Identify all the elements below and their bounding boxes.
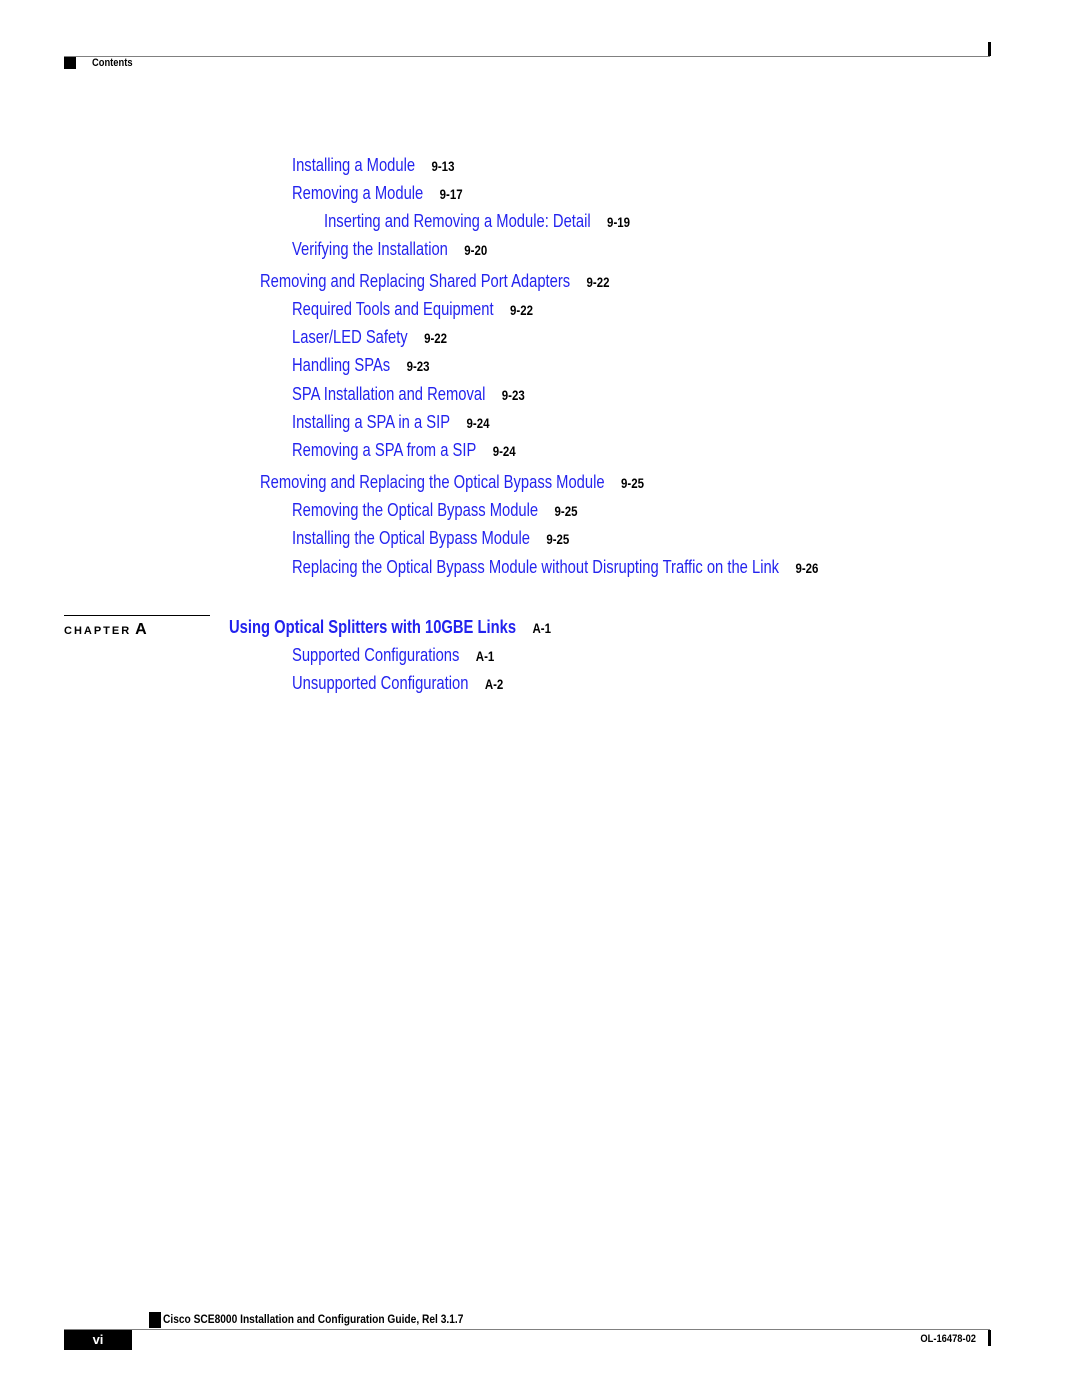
toc-entry-title: Removing a Module bbox=[292, 183, 424, 203]
chapter-title: Using Optical Splitters with 10GBE Links bbox=[229, 617, 517, 637]
toc-entry-page: 9-23 bbox=[406, 358, 430, 374]
chapter-page: A-1 bbox=[532, 620, 551, 636]
footer-book-title: Cisco SCE8000 Installation and Configura… bbox=[163, 1312, 464, 1326]
footer-page-number: vi bbox=[64, 1330, 132, 1350]
toc-entry-title: Replacing the Optical Bypass Module with… bbox=[292, 557, 780, 577]
toc-entry-title: Required Tools and Equipment bbox=[292, 299, 494, 319]
toc-entry-title: Handling SPAs bbox=[292, 355, 391, 375]
chapter-letter: A bbox=[135, 621, 147, 638]
toc-entry[interactable]: Laser/LED Safety 9-22 bbox=[292, 327, 447, 348]
footer-doc-number: OL-16478-02 bbox=[920, 1333, 976, 1345]
toc-entry-page: 9-22 bbox=[509, 302, 533, 318]
toc-entry-title: Installing a SPA in a SIP bbox=[292, 412, 451, 432]
header-tick bbox=[988, 42, 991, 56]
toc-entry-title: Removing and Replacing Shared Port Adapt… bbox=[260, 271, 571, 291]
toc-entry[interactable]: Removing the Optical Bypass Module 9-25 bbox=[292, 500, 578, 521]
header-marker bbox=[64, 57, 76, 69]
toc-entry-title: Installing a Module bbox=[292, 155, 416, 175]
toc-entry[interactable]: Inserting and Removing a Module: Detail 9… bbox=[324, 211, 630, 232]
toc-entry-page: 9-25 bbox=[546, 531, 570, 547]
toc-entry[interactable]: Removing a SPA from a SIP 9-24 bbox=[292, 440, 516, 461]
toc-entry[interactable]: Installing a Module 9-13 bbox=[292, 155, 454, 176]
toc-entry-page: 9-22 bbox=[424, 330, 448, 346]
toc-entry-page: 9-24 bbox=[466, 415, 490, 431]
chapter-title-link[interactable]: Using Optical Splitters with 10GBE Links… bbox=[229, 617, 551, 638]
toc-entry-page: A-1 bbox=[475, 648, 495, 664]
footer-tick bbox=[988, 1330, 991, 1346]
toc-entry-title: Installing the Optical Bypass Module bbox=[292, 528, 530, 548]
footer-rule bbox=[64, 1329, 990, 1330]
toc-entry[interactable]: Handling SPAs 9-23 bbox=[292, 355, 430, 376]
toc-entry[interactable]: Unsupported Configuration A-2 bbox=[292, 673, 503, 694]
footer-marker bbox=[149, 1312, 161, 1328]
toc-entry[interactable]: SPA Installation and Removal 9-23 bbox=[292, 384, 525, 405]
chapter-word: CHAPTER bbox=[64, 625, 132, 637]
toc-entry-page: 9-26 bbox=[795, 560, 819, 576]
toc-entry-page: 9-24 bbox=[492, 443, 516, 459]
chapter-rule bbox=[64, 615, 210, 616]
toc-entry[interactable]: Required Tools and Equipment 9-22 bbox=[292, 299, 533, 320]
toc-entry-title: Verifying the Installation bbox=[292, 239, 448, 259]
toc-entry[interactable]: Removing and Replacing the Optical Bypas… bbox=[260, 472, 644, 493]
toc-entry[interactable]: Supported Configurations A-1 bbox=[292, 645, 494, 666]
toc-entry-title: Removing and Replacing the Optical Bypas… bbox=[260, 472, 605, 492]
toc-entry-title: Laser/LED Safety bbox=[292, 327, 408, 347]
toc-entry-title: SPA Installation and Removal bbox=[292, 384, 486, 404]
toc-entry-page: 9-25 bbox=[554, 503, 578, 519]
toc-entry-title: Removing the Optical Bypass Module bbox=[292, 500, 539, 520]
toc-entry[interactable]: Installing the Optical Bypass Module 9-25 bbox=[292, 528, 569, 549]
toc-entry-title: Unsupported Configuration bbox=[292, 673, 469, 693]
header-section-label: Contents bbox=[92, 57, 133, 69]
toc-entry-page: A-2 bbox=[484, 676, 504, 692]
toc-entry-page: 9-19 bbox=[607, 214, 631, 230]
toc-entry-title: Removing a SPA from a SIP bbox=[292, 440, 477, 460]
toc-entry[interactable]: Removing and Replacing Shared Port Adapt… bbox=[260, 271, 610, 292]
toc-entry-page: 9-25 bbox=[620, 475, 644, 491]
toc-entry[interactable]: Replacing the Optical Bypass Module with… bbox=[292, 557, 818, 578]
chapter-label: CHAPTER A bbox=[64, 621, 147, 639]
toc-entry[interactable]: Removing a Module 9-17 bbox=[292, 183, 463, 204]
toc-entry-page: 9-13 bbox=[431, 158, 455, 174]
toc-entry-page: 9-23 bbox=[501, 387, 525, 403]
header-rule bbox=[64, 56, 990, 57]
toc-entry[interactable]: Installing a SPA in a SIP 9-24 bbox=[292, 412, 489, 433]
toc-entry-title: Inserting and Removing a Module: Detail bbox=[324, 211, 591, 231]
toc-entry-page: 9-20 bbox=[464, 242, 488, 258]
toc-entry-page: 9-17 bbox=[439, 186, 463, 202]
toc-entry-title: Supported Configurations bbox=[292, 645, 460, 665]
toc-entry[interactable]: Verifying the Installation 9-20 bbox=[292, 239, 487, 260]
toc-entry-page: 9-22 bbox=[586, 274, 610, 290]
